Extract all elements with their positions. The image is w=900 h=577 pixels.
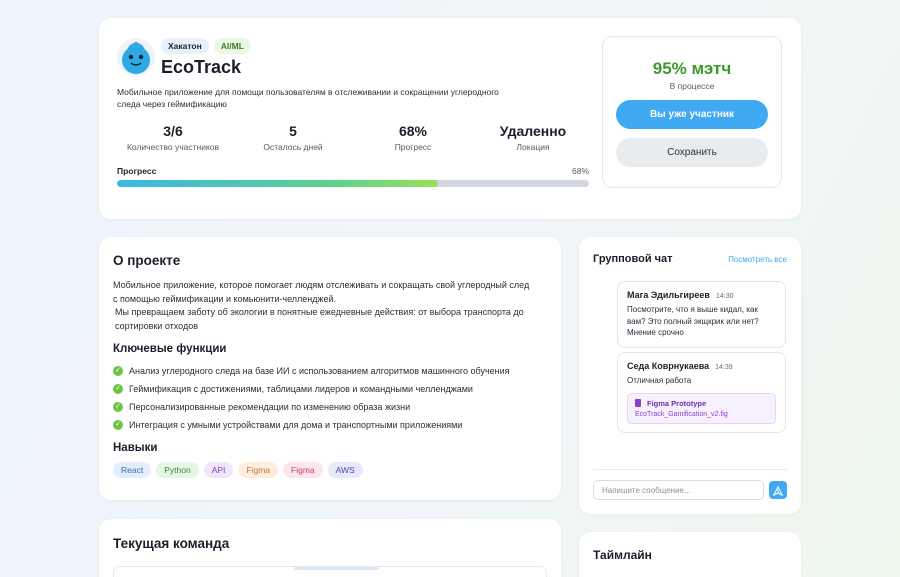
stat-label: Прогресс [394, 142, 432, 152]
feature-item: ✓ Геймификация с достижениями, таблицами … [113, 380, 510, 398]
stat-value: 3/6 [163, 123, 183, 139]
check-icon: ✓ [113, 366, 123, 376]
chat-title: Групповой чат [593, 253, 673, 265]
feature-text: Геймификация с достижениями, таблицами л… [129, 384, 473, 394]
project-header-card: Хакатон AI/ML EcoTrack Мобильное приложе… [99, 18, 801, 219]
message-text: Посмотрите, что я выше кидал, как вам? Э… [627, 305, 759, 337]
team-heading: Текущая команда [113, 536, 230, 551]
project-title: EcoTrack [161, 57, 242, 77]
stat-label: Количество участников [126, 142, 220, 152]
project-description: Мобильное приложение для помощи пользова… [117, 87, 499, 109]
skill-badge: React [113, 462, 152, 478]
project-avatar [117, 38, 155, 76]
team-card: Текущая команда [99, 519, 561, 577]
feature-text: Интеграция с умными устройствами для дом… [129, 420, 463, 430]
mascot-icon [122, 42, 150, 74]
message-input[interactable] [593, 480, 764, 500]
about-text: Мобильное приложение, которое помогает л… [113, 279, 533, 333]
features-list: ✓ Анализ углеродного следа на базе ИИ с и… [113, 362, 510, 434]
tag-ai-ml: AI/ML [213, 38, 251, 54]
skills-heading: Навыки [113, 442, 158, 454]
message-author: Мага Эдильгиреев [627, 290, 710, 300]
feature-item: ✓ Персонализированные рекомендации по изм… [113, 398, 510, 416]
skill-badge: AWS [327, 462, 363, 478]
progress-bar-fill [117, 180, 438, 187]
stat-location: Удаленно Локация [473, 123, 593, 152]
send-button[interactable] [769, 481, 787, 499]
match-panel: 95% мэтч В процессе Вы уже участник Сохр… [602, 36, 782, 188]
chat-message: Мага Эдильгиреев 14:30 Посмотрите, что я… [617, 281, 786, 348]
message-author: Седа Коврнукаева [627, 361, 710, 371]
stat-value: 5 [289, 123, 297, 139]
group-chat-card: Групповой чат Посмотреть все Мага Эдильг… [579, 237, 801, 514]
stat-members: 3/6 Количество участников [113, 123, 233, 152]
skill-badge: Python [156, 462, 199, 478]
divider [593, 469, 787, 470]
about-text-paragraph-2: Мы превращаем заботу об экологии в понят… [115, 307, 524, 331]
feature-text: Персонализированные рекомендации по изме… [129, 402, 411, 412]
stat-days-left: 5 Осталось дней [233, 123, 353, 152]
tag-hackathon: Хакатон [161, 38, 209, 54]
skill-badge: API [203, 462, 234, 478]
timeline-heading: Таймлайн [593, 548, 652, 562]
stat-progress: 68% Прогресс [353, 123, 473, 152]
progress-bar [117, 180, 589, 187]
attachment-title: Figma Prototype [647, 398, 707, 408]
stat-label: Осталось дней [263, 142, 323, 152]
message-text: Отличная работа [627, 376, 692, 385]
progress-value: 68% [571, 166, 589, 176]
progress-label: Прогресс [117, 166, 157, 176]
file-attachment[interactable]: Figma Prototype EcoTrack_Gamification_v2… [627, 392, 776, 424]
message-time: 14:39 [715, 364, 733, 371]
message-time: 14:30 [715, 293, 734, 300]
feature-item: ✓ Анализ углеродного следа на базе ИИ с и… [113, 362, 510, 380]
skills-list: React Python API Figma Figma AWS [113, 462, 363, 478]
about-heading: О проекте [113, 253, 181, 268]
joined-button[interactable]: Вы уже участник [616, 100, 768, 129]
skill-badge: Figma [238, 462, 279, 478]
chat-message: Седа Коврнукаева 14:39 Отличная работа F… [617, 352, 786, 433]
check-icon: ✓ [113, 420, 123, 430]
check-icon: ✓ [113, 384, 123, 394]
attachment-filename: EcoTrack_Gamification_v2.fig [635, 410, 728, 418]
check-icon: ✓ [113, 402, 123, 412]
stat-value: Удаленно [499, 123, 567, 139]
file-icon [635, 399, 641, 407]
stat-label: Локация [516, 142, 550, 152]
about-card: О проекте Мобильное приложение, которое … [99, 237, 561, 500]
send-icon [772, 485, 784, 496]
skill-badge: Figma [283, 462, 323, 478]
save-button[interactable]: Сохранить [616, 138, 768, 167]
match-status: В процессе [669, 81, 715, 91]
features-heading: Ключевые функции [113, 343, 227, 355]
feature-item: ✓ Интеграция с умными устройствами для до… [113, 416, 510, 434]
timeline-card: Таймлайн [579, 532, 801, 577]
feature-text: Анализ углеродного следа на базе ИИ с ис… [129, 366, 510, 376]
match-score: 95% мэтч [652, 59, 732, 78]
project-tags: Хакатон AI/ML [161, 38, 251, 54]
view-all-link[interactable]: Посмотреть все [728, 255, 787, 264]
team-table [113, 566, 547, 577]
stat-value: 68% [398, 123, 428, 139]
about-text-paragraph-1: Мобильное приложение, которое помогает л… [113, 280, 530, 304]
